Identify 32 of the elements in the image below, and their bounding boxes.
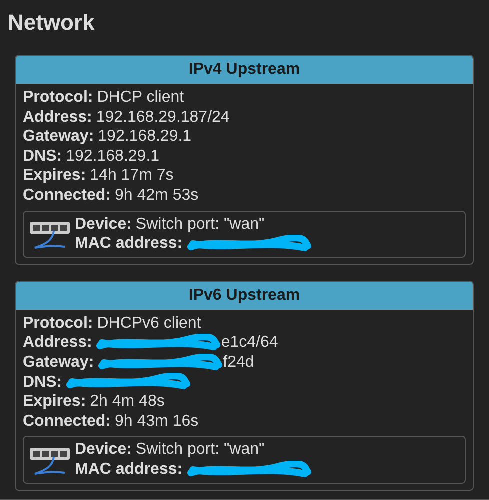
field-label: Protocol: [23, 88, 94, 108]
field-value: Switch port: "wan" [136, 440, 265, 460]
field-value: 192.168.29.1 [98, 127, 192, 147]
field-label: Device: [75, 214, 132, 234]
field-label: Gateway: [23, 352, 94, 373]
field-value: 2h 4m 48s [90, 392, 165, 412]
field-label: Connected: [23, 412, 111, 432]
field-value: DHCP client [97, 88, 184, 108]
field-label: MAC address: [75, 460, 183, 480]
panel-header: IPv6 Upstream [16, 282, 473, 310]
field-value: 9h 42m 53s [115, 186, 199, 206]
panel-header: IPv4 Upstream [16, 56, 473, 84]
field-label: MAC address: [75, 234, 183, 254]
field-label: Device: [75, 440, 132, 460]
field-value: DHCPv6 client [97, 314, 202, 334]
field-value: 192.168.29.187/24 [96, 108, 230, 128]
field-label: Expires: [23, 392, 86, 412]
field-value: Switch port: "wan" [136, 214, 265, 234]
field-value: 14h 17m 7s [90, 166, 174, 186]
field-label: DNS: [23, 372, 62, 392]
field-label: DNS: [23, 146, 62, 166]
field-value: 9h 43m 16s [115, 412, 199, 432]
field-label: Protocol: [23, 314, 94, 334]
field-label: Expires: [23, 166, 86, 186]
field-value: f24d [223, 352, 254, 373]
field-label: Connected: [23, 186, 111, 206]
page-title: Network [8, 9, 96, 37]
field-label: Address: [23, 108, 92, 128]
field-value: 192.168.29.1 [66, 146, 160, 166]
field-value: e1c4/64 [221, 333, 278, 353]
field-label: Gateway: [23, 127, 94, 147]
field-label: Address: [23, 333, 92, 353]
